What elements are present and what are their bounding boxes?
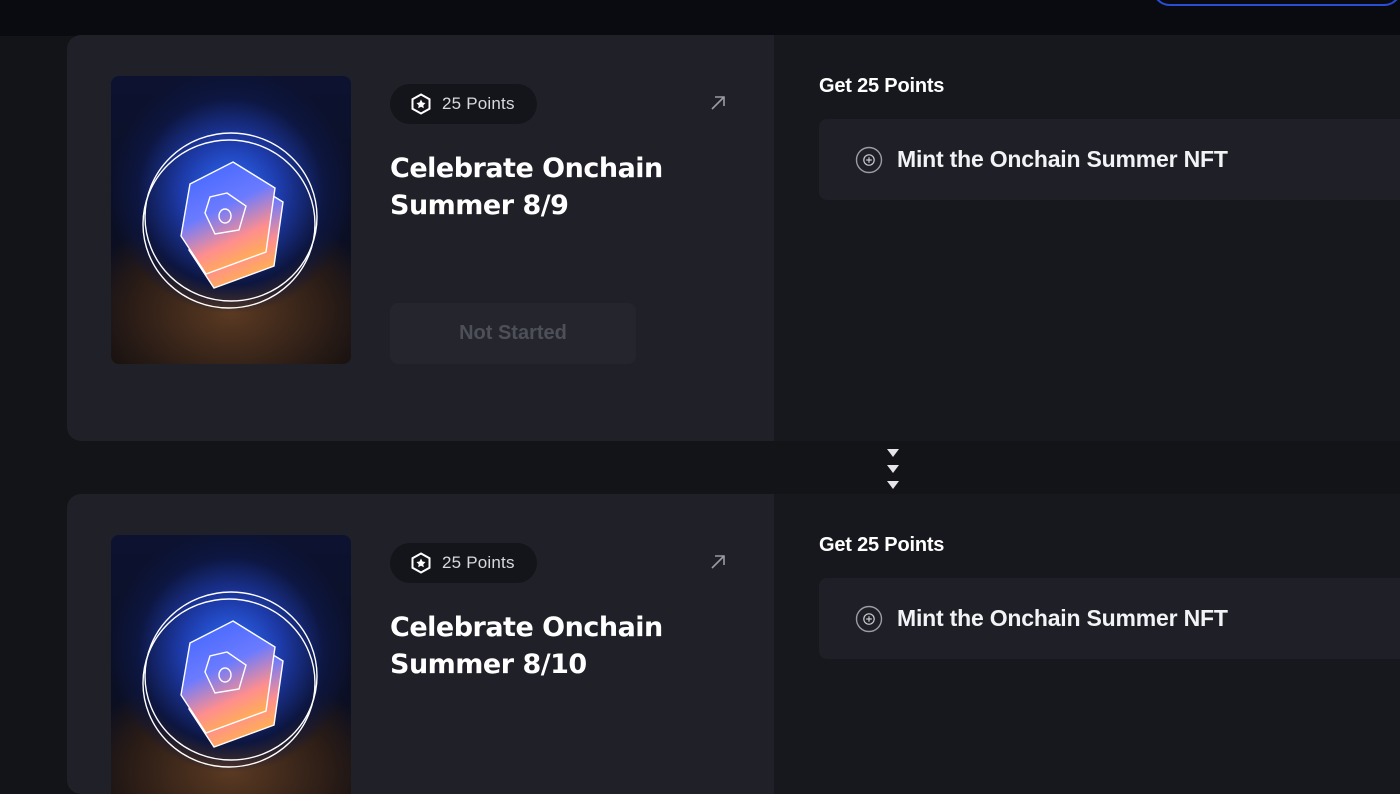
task-item[interactable]: Mint the Onchain Summer NFT bbox=[819, 119, 1400, 200]
top-navigation-bar bbox=[0, 0, 1400, 36]
quest-card: 25 Points Celebrate Onchain Summer 8/10 … bbox=[67, 494, 1400, 794]
quest-tasks-panel: Get 25 Points Mint the Onchain Summer NF… bbox=[774, 35, 1400, 441]
task-label: Mint the Onchain Summer NFT bbox=[897, 146, 1228, 172]
task-label: Mint the Onchain Summer NFT bbox=[897, 605, 1228, 631]
hexagon-star-icon bbox=[411, 552, 431, 574]
quest-nft-image bbox=[111, 76, 351, 364]
chevron-down-icon bbox=[887, 449, 899, 489]
top-action-button[interactable] bbox=[1152, 0, 1400, 6]
plus-circle-icon bbox=[855, 146, 883, 173]
task-item[interactable]: Mint the Onchain Summer NFT bbox=[819, 578, 1400, 659]
points-label: 25 Points bbox=[442, 553, 515, 572]
points-badge: 25 Points bbox=[390, 84, 537, 124]
quest-nft-image bbox=[111, 535, 351, 794]
quest-card: 25 Points Celebrate Onchain Summer 8/9 N… bbox=[67, 35, 1400, 441]
arrow-up-right-icon[interactable] bbox=[709, 553, 727, 571]
arrow-up-right-icon[interactable] bbox=[709, 94, 727, 112]
status-button[interactable]: Not Started bbox=[390, 303, 636, 364]
quest-info-panel: 25 Points Celebrate Onchain Summer 8/10 bbox=[67, 494, 774, 794]
quest-info-panel: 25 Points Celebrate Onchain Summer 8/9 N… bbox=[67, 35, 774, 441]
quest-title: Celebrate Onchain Summer 8/9 bbox=[390, 153, 663, 221]
hexagon-star-icon bbox=[411, 93, 431, 115]
reward-heading: Get 25 Points bbox=[819, 75, 945, 97]
points-label: 25 Points bbox=[442, 94, 515, 113]
points-badge: 25 Points bbox=[390, 543, 537, 583]
quest-title: Celebrate Onchain Summer 8/10 bbox=[390, 612, 663, 680]
quest-tasks-panel: Get 25 Points Mint the Onchain Summer NF… bbox=[774, 494, 1400, 794]
plus-circle-icon bbox=[855, 605, 883, 632]
reward-heading: Get 25 Points bbox=[819, 534, 945, 556]
